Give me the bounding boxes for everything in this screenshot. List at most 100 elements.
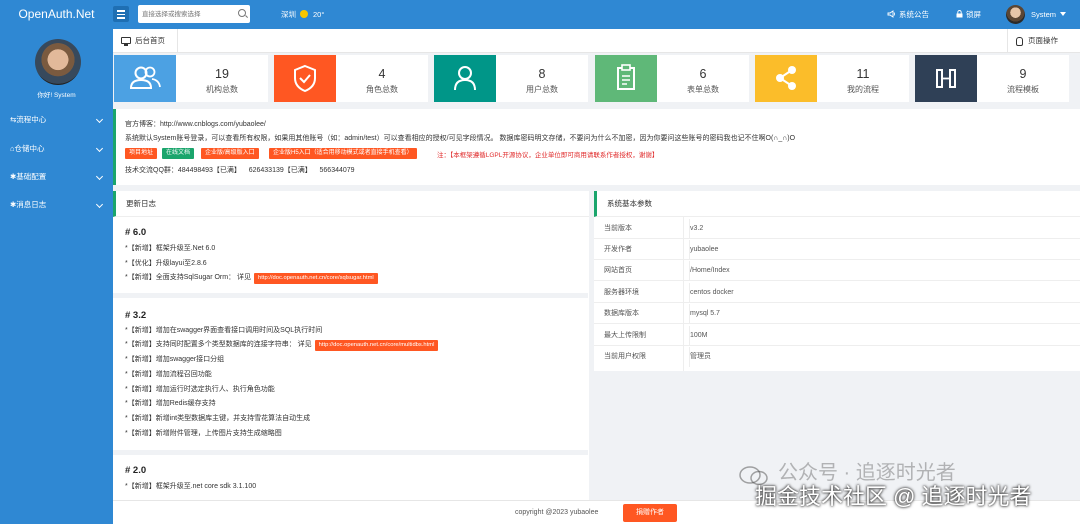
- stat-value: 4: [378, 67, 386, 81]
- changelog-item: *【新增】增加swagger接口分组: [125, 356, 225, 363]
- user-name: System: [1031, 10, 1057, 19]
- caret-down-icon: [1060, 12, 1067, 16]
- announcement-label: 系统公告: [899, 10, 929, 19]
- param-key: 开发作者: [604, 246, 632, 253]
- sidebar-item-basic-config[interactable]: ✱基础配置: [0, 168, 113, 186]
- weather-widget: 深圳 20°: [281, 0, 324, 29]
- changelog-item: *【新增】框架升级至.net core sdk 3.1.100: [125, 483, 257, 490]
- flow-template-icon: [936, 69, 956, 88]
- param-value: mysql 5.7: [689, 304, 720, 324]
- menu-toggle-button[interactable]: [113, 6, 129, 22]
- lock-screen-link[interactable]: 锁屏: [956, 0, 981, 29]
- top-header: OpenAuth.Net 深圳 20° 系统公告 锁屏 System: [0, 0, 1080, 29]
- param-key: 服务器环境: [604, 289, 639, 296]
- stat-card-users[interactable]: 8 用户总数: [434, 55, 588, 102]
- pointer-icon: [1016, 37, 1023, 46]
- changelog-item: *【优化】升级layui至2.8.6: [125, 260, 207, 267]
- changelog-title: 更新日志: [113, 191, 589, 217]
- table-divider: [683, 216, 684, 371]
- version-heading: # 6.0: [125, 227, 147, 238]
- changelog-item: *【新增】增加在swagger界面查看接口调用时间及SQL执行时间: [125, 327, 323, 334]
- stat-card-flow-templates[interactable]: 9 流程模板: [915, 55, 1069, 102]
- changelog-item: *【新增】增加运行时选定执行人、执行角色功能: [125, 386, 275, 393]
- param-value: 100M: [689, 326, 708, 346]
- search-input[interactable]: [142, 8, 232, 20]
- changelog-item: *【新增】框架升级至.Net 6.0: [125, 245, 216, 252]
- divider: [113, 450, 588, 455]
- system-params-title: 系统基本参数: [594, 191, 1080, 217]
- changelog-item: *【新增】支持同时配置多个类型数据库的连接字符串： 详见 http://doc.o…: [125, 339, 439, 351]
- stat-value: 9: [1019, 67, 1027, 81]
- search-icon[interactable]: [238, 9, 246, 17]
- avatar[interactable]: [35, 39, 81, 85]
- shield-icon: [294, 64, 316, 93]
- stat-card-forms[interactable]: 6 表单总数: [595, 55, 749, 102]
- brand-logo[interactable]: OpenAuth.Net: [0, 0, 113, 29]
- sidebar: 你好! System ⇆流程中心 ⌂仓储中心 ✱基础配置 ✱消息日志: [0, 29, 113, 524]
- user-avatar-small[interactable]: [1006, 5, 1025, 24]
- enterprise-entry-tag[interactable]: 企业版/高级版入口: [201, 148, 259, 159]
- lock-label: 锁屏: [966, 10, 981, 19]
- param-value: v3.2: [689, 219, 703, 239]
- param-key: 数据库版本: [604, 310, 639, 317]
- online-docs-tag[interactable]: 在线文档: [162, 148, 195, 159]
- changelog-item-text: *【新增】全面支持SqlSugar Orm： 详见: [125, 274, 252, 281]
- stat-icon-box: [915, 55, 977, 102]
- stat-icon-box: [595, 55, 657, 102]
- param-row: 开发作者 yubaolee: [594, 240, 1080, 260]
- changelog-item-text: *【新增】支持同时配置多个类型数据库的连接字符串： 详见: [125, 341, 312, 348]
- version-heading: # 3.2: [125, 310, 147, 321]
- monitor-icon: [121, 37, 131, 46]
- sidebar-item-warehouse[interactable]: ⌂仓储中心: [0, 140, 113, 158]
- stat-value: 11: [856, 67, 870, 81]
- stat-value: 8: [538, 67, 546, 81]
- version-heading: # 2.0: [125, 465, 147, 476]
- changelog-item: *【新增】增加Redis缓存支持: [125, 400, 216, 407]
- weather-temp: 20°: [313, 10, 325, 19]
- stat-label: 表单总数: [687, 85, 719, 94]
- qq-group-text: 技术交流QQ群：484498493【已满】 626433139【已满】 5663…: [125, 167, 355, 174]
- stat-label: 用户总数: [526, 85, 558, 94]
- license-note: 注：【本框架遵循LGPL开源协议，企业单位即可商用请联系作者授权，谢谢】: [437, 152, 659, 159]
- enterprise-h5-tag[interactable]: 企业版H5入口（适合用移动模式或者直接手机查看）: [269, 148, 417, 159]
- share-icon: [776, 66, 796, 90]
- speaker-icon: [887, 10, 895, 18]
- tab-home[interactable]: 后台首页: [113, 29, 178, 53]
- blog-link[interactable]: 官方博客：http://www.cnblogs.com/yubaolee/: [125, 119, 266, 129]
- sidebar-item-flow-center[interactable]: ⇆流程中心: [0, 111, 113, 129]
- search-box: [138, 5, 250, 23]
- param-row: 数据库版本 mysql 5.7: [594, 304, 1080, 324]
- stat-card-orgs[interactable]: 19 机构总数: [114, 55, 268, 102]
- donate-button[interactable]: 捐赠作者: [623, 504, 677, 522]
- project-url-tag[interactable]: 项目地址: [125, 148, 158, 159]
- user-menu[interactable]: System: [1031, 0, 1067, 29]
- sidebar-item-label: 基础配置: [16, 172, 47, 181]
- greeting: 你好! System: [37, 92, 76, 99]
- param-row: 当前用户权限 管理员: [594, 347, 1080, 367]
- param-key: 最大上传限制: [604, 332, 646, 339]
- param-key: 当前版本: [604, 225, 632, 232]
- stat-card-roles[interactable]: 4 角色总数: [274, 55, 428, 102]
- stat-value: 19: [215, 67, 229, 81]
- weather-city: 深圳: [281, 10, 296, 19]
- changelog-item: *【新增】新增附件管理，上传图片支持生成缩略图: [125, 430, 282, 437]
- system-params-panel: 系统基本参数 当前版本 v3.2 开发作者 yubaolee 网站首页/Home/I…: [594, 191, 1080, 371]
- param-key: 当前用户权限: [604, 353, 646, 360]
- sidebar-item-message-log[interactable]: ✱消息日志: [0, 196, 113, 214]
- page-operations-button[interactable]: 页面操作: [1007, 29, 1080, 53]
- stat-icon-box: [274, 55, 336, 102]
- stat-label: 机构总数: [206, 85, 238, 94]
- stat-icon-box: [114, 55, 176, 102]
- param-key: 网站首页: [604, 267, 632, 274]
- doc-link[interactable]: http://doc.openauth.net.cn/core/multidbs…: [314, 340, 439, 351]
- chevron-down-icon: [95, 115, 104, 124]
- param-value: 管理员: [689, 347, 711, 367]
- doc-link[interactable]: http://doc.openauth.net.cn/core/sqlsugar…: [254, 273, 378, 284]
- param-value: centos docker: [689, 283, 734, 303]
- announcement-link[interactable]: 系统公告: [887, 0, 929, 29]
- stat-card-my-flows[interactable]: 11 我的流程: [755, 55, 909, 102]
- chevron-down-icon: [95, 200, 104, 209]
- chevron-down-icon: [95, 172, 104, 181]
- stat-label: 我的流程: [847, 85, 879, 94]
- divider: [113, 293, 588, 298]
